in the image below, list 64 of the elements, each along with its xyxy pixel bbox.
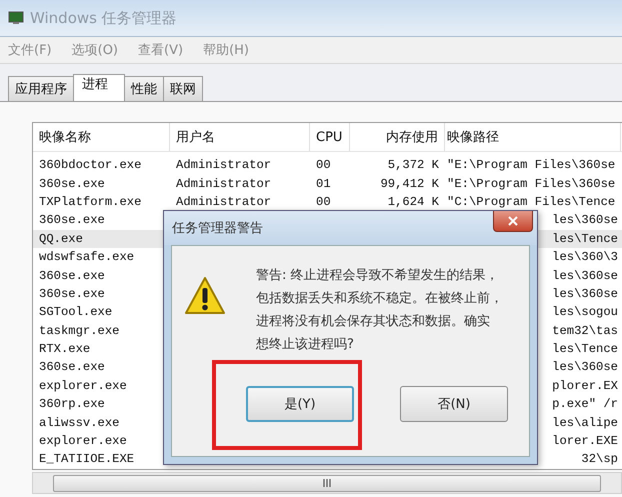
column-header[interactable]: 映像名称 <box>33 123 170 151</box>
table-cell: 360se.exe <box>39 213 105 228</box>
table-cell: 5,372 K <box>388 158 439 172</box>
table-cell: 00 <box>316 158 331 172</box>
tab[interactable]: 进程 <box>73 74 125 101</box>
table-cell: Administrator <box>176 194 272 209</box>
warning-message: 警告: 终止进程会导致不希望发生的结果， 包括数据丢失和系统不稳定。在被终止前， 进程将没有机会保存其状态和数据。确实 想终止该进程吗? <box>256 267 503 354</box>
table-cell: 360se.exe <box>39 268 105 283</box>
table-cell: 360se.exe <box>39 176 105 191</box>
table-cell: 360bdoctor.exe <box>39 158 142 172</box>
table-cell: lorer.EXE <box>552 434 618 448</box>
table-cell: Administrator <box>176 158 272 172</box>
table-cell: les\360se <box>552 213 618 228</box>
table-cell: 1,624 K <box>388 194 439 209</box>
table-cell: les\360se <box>552 360 618 374</box>
table-cell: SGTool.exe <box>39 305 112 320</box>
close-button[interactable] <box>493 211 533 232</box>
dialog-button[interactable]: 否(N) <box>400 386 508 422</box>
grip-icon <box>322 479 332 487</box>
table-cell: explorer.exe <box>39 378 127 393</box>
dialog-title: 任务管理器警告 <box>172 220 263 237</box>
table-cell: "C:\Program Files\Tence <box>447 194 616 209</box>
table-cell: 99,412 K <box>380 176 439 191</box>
table-cell: tem32\tas <box>552 324 618 338</box>
tab[interactable]: 性能 <box>124 76 164 101</box>
table-cell: RTX.exe <box>39 342 90 356</box>
table-cell: 00 <box>316 194 331 209</box>
table-cell: 360se.exe <box>39 286 105 301</box>
table-cell: Administrator <box>176 176 272 191</box>
table-cell: explorer.exe <box>39 434 127 448</box>
close-icon <box>507 216 519 226</box>
table-cell: les\Tence <box>552 232 618 246</box>
table-cell: taskmgr.exe <box>39 324 120 338</box>
column-header[interactable]: CPU <box>310 123 350 151</box>
table-cell: plorer.EX <box>552 378 618 393</box>
table-cell: p.exe" /r <box>552 397 618 412</box>
horizontal-scrollbar[interactable] <box>32 472 622 494</box>
table-cell: 360rp.exe <box>39 397 105 412</box>
window-title: Windows 任务管理器 <box>30 8 177 28</box>
table-cell: 01 <box>316 176 331 191</box>
table-cell: "E:\Program Files\360se <box>447 176 616 191</box>
table-cell: les\sogou <box>552 305 618 320</box>
table-cell: "E:\Program Files\360se <box>447 158 616 172</box>
table-cell: les\360se <box>552 268 618 283</box>
table-cell: wdswfsafe.exe <box>39 250 134 264</box>
monitor-icon <box>8 11 24 25</box>
table-cell: 360se.exe <box>39 360 105 374</box>
column-header[interactable]: 内存使用 <box>350 123 445 151</box>
table-cell: TXPlatform.exe <box>39 194 142 209</box>
tab[interactable]: 应用程序 <box>8 76 74 101</box>
dialog-button[interactable]: 是(Y) <box>246 386 354 422</box>
scroll-thumb[interactable] <box>53 474 601 492</box>
table-cell: QQ.exe <box>39 232 83 246</box>
table-cell: E_TATIIOE.EXE <box>39 452 134 466</box>
column-header[interactable]: 用户名 <box>170 123 310 151</box>
table-cell: les\360se <box>552 286 618 301</box>
table-cell: 32\sp <box>581 452 618 466</box>
tab[interactable]: 联网 <box>163 76 203 101</box>
table-cell: les\360\3 <box>552 250 618 264</box>
table-cell: les\Tence <box>552 342 618 356</box>
table-cell: les\alipe <box>552 416 618 430</box>
column-header[interactable]: 映像路径 <box>445 123 621 151</box>
warning-icon <box>184 276 226 316</box>
table-cell: aliwssv.exe <box>39 416 120 430</box>
